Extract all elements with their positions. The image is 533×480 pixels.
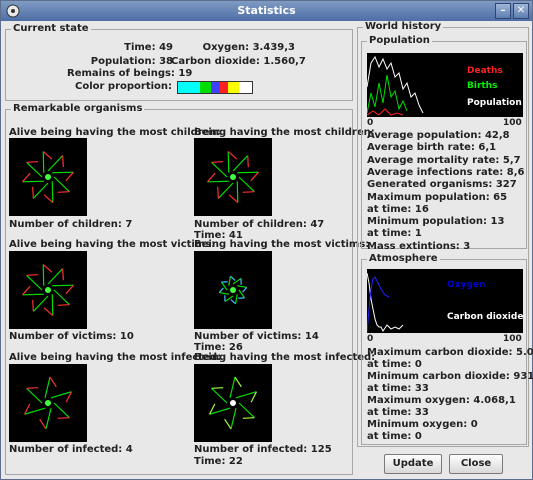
deaths-line [367, 108, 404, 116]
organism-title: Being having the most victims: [194, 239, 370, 250]
population-stat: Generated organisms: 327 [367, 179, 517, 191]
organism-title: Alive being having the most victims: [9, 239, 216, 250]
population-label: Population: 38 [90, 56, 173, 67]
co2-label: Carbon dioxide: 1.560,7 [171, 56, 306, 67]
population-legend: Population [367, 35, 432, 46]
legend-deaths: Deaths [467, 66, 503, 76]
color-segment [220, 82, 228, 93]
color-segment [178, 82, 201, 93]
organism-star-icon [209, 376, 257, 430]
update-button[interactable]: Update [384, 454, 442, 474]
organism-title: Alive being having the most infected: [9, 352, 222, 363]
legend-oxygen: Oxygen [447, 280, 485, 290]
organism-line2: Time: 22 [194, 456, 243, 467]
organism-title: Being having the most infected: [194, 352, 376, 363]
organism-thumb [194, 364, 272, 442]
legend-births: Births [467, 81, 497, 91]
atmosphere-stat: at time: 33 [367, 383, 429, 394]
app-icon [6, 4, 20, 18]
atmosphere-stat: Minimum oxygen: 0 [367, 419, 478, 430]
atmosphere-stat: Minimum carbon dioxide: 931,9 [367, 371, 533, 382]
statistics-window: Statistics – ✕ Current state Time: 49 Po… [0, 0, 533, 480]
organism-thumb [194, 138, 272, 216]
organism-line1: Number of victims: 10 [9, 331, 134, 342]
organism-star-icon [218, 275, 248, 305]
population-stat: Minimum population: 13 [367, 216, 505, 228]
atmosphere-stat: Maximum oxygen: 4.068,1 [367, 395, 516, 406]
organism-line1: Number of victims: 14 [194, 331, 319, 342]
atmosphere-stat: at time: 33 [367, 407, 429, 418]
organism-line1: Number of children: 47 [194, 219, 325, 230]
legend-population: Population [467, 98, 522, 108]
oxygen-line [367, 276, 390, 333]
population-chart: Deaths Births Population [367, 53, 523, 117]
color-segment [227, 82, 239, 93]
population-stat: Average mortality rate: 5,7 [367, 154, 521, 166]
population-stat: Mass extintions: 3 [367, 240, 471, 252]
atmosphere-stat: at time: 0 [367, 359, 422, 370]
atm-x-max: 100 [503, 334, 522, 344]
pop-x-max: 100 [503, 118, 522, 128]
color-segment [200, 82, 212, 93]
world-history-legend: World history [363, 21, 444, 32]
organism-thumb [194, 251, 272, 329]
organism-thumb [9, 138, 87, 216]
organism-title: Being having the most children: [194, 127, 375, 138]
organism-line1: Number of infected: 125 [194, 444, 332, 455]
legend-co2: Carbon dioxide [447, 312, 523, 322]
organism-thumb [9, 364, 87, 442]
organism-star-icon [24, 376, 72, 430]
atmosphere-stat: Maximum carbon dioxide: 5.000 [367, 347, 533, 358]
organism-thumb [9, 251, 87, 329]
organism-star-icon [21, 263, 75, 317]
population-stat: Maximum population: 65 [367, 191, 508, 203]
population-stat: Average birth rate: 6,1 [367, 142, 497, 154]
window-title: Statistics [237, 4, 296, 17]
population-stat: Average infections rate: 8,6 [367, 166, 525, 178]
atmosphere-legend: Atmosphere [367, 253, 440, 264]
close-button[interactable]: Close [449, 454, 503, 474]
color-segment [211, 82, 221, 93]
organism-star-icon [21, 150, 75, 204]
oxygen-label: Oxygen: 3.439,3 [202, 42, 295, 53]
time-label: Time: 49 [124, 42, 173, 53]
close-window-button[interactable]: ✕ [513, 3, 529, 19]
organism-star-icon [206, 150, 260, 204]
population-stat: at time: 16 [367, 203, 429, 215]
remains-label: Remains of beings: 19 [67, 68, 193, 79]
organism-line1: Number of children: 7 [9, 219, 133, 230]
color-proportion-label: Color proportion: [75, 81, 173, 92]
title-bar: Statistics – ✕ [1, 1, 532, 21]
population-stat: at time: 1 [367, 228, 422, 240]
atmosphere-stat: at time: 0 [367, 431, 422, 442]
atm-x-min: 0 [367, 334, 374, 344]
atmosphere-chart: Oxygen Carbon dioxide [367, 269, 523, 333]
minimize-button[interactable]: – [495, 3, 511, 19]
organism-title: Alive being having the most children: [9, 127, 221, 138]
color-proportion-bar [177, 81, 253, 94]
organisms-legend: Remarkable organisms [11, 103, 145, 114]
organism-line1: Number of infected: 4 [9, 444, 133, 455]
current-state-legend: Current state [11, 23, 91, 34]
population-stat: Average population: 42,8 [367, 130, 510, 141]
pop-x-min: 0 [367, 118, 374, 128]
color-segment [238, 82, 252, 93]
